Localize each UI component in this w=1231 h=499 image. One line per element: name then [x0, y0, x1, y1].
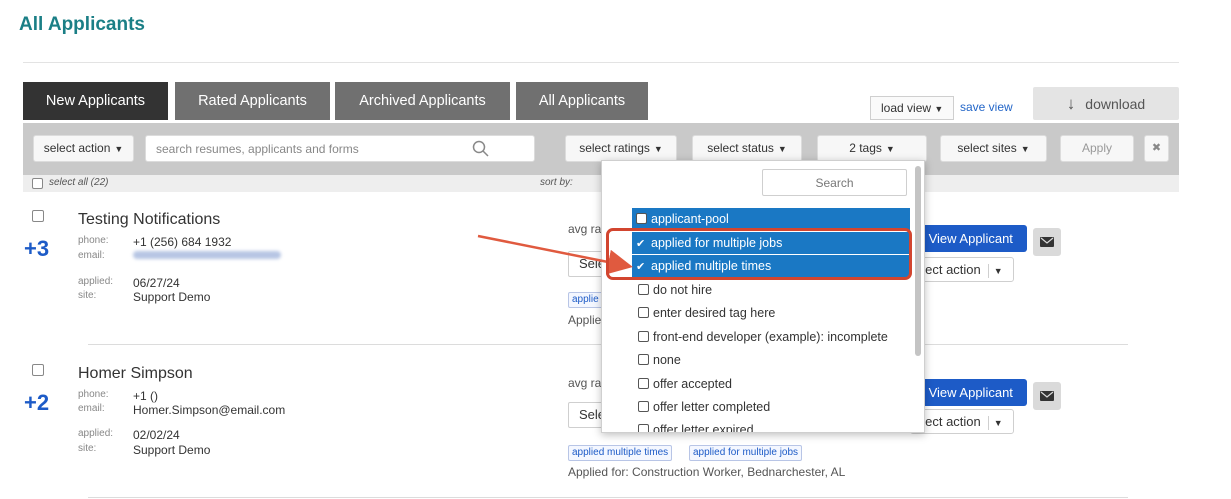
annotation-highlight-box [606, 228, 912, 280]
